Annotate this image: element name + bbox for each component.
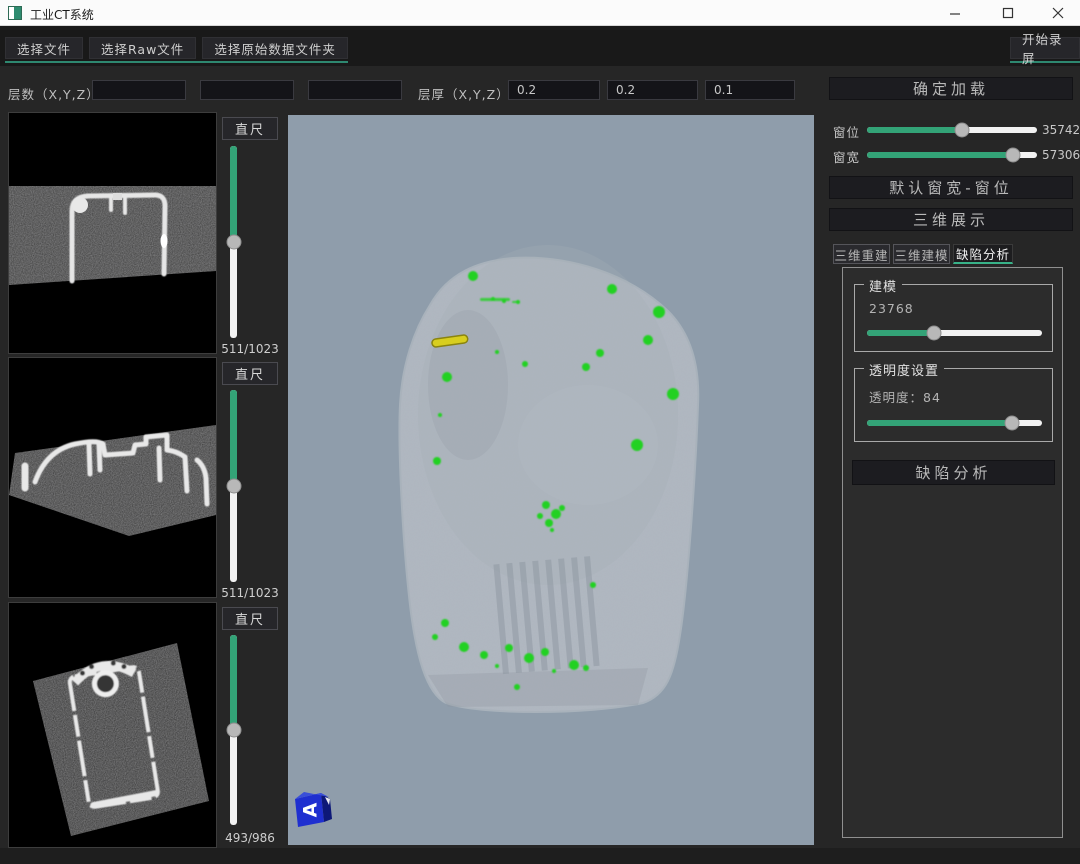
window-level-slider[interactable]	[867, 127, 1037, 133]
slider-fill	[230, 390, 237, 486]
window-width-value: 57306	[1042, 148, 1080, 162]
slice-slider-2[interactable]	[230, 390, 237, 582]
slider-fill	[230, 146, 237, 242]
slider-fill	[867, 330, 934, 336]
slice-slider-1[interactable]	[230, 146, 237, 338]
viewport-3d[interactable]: A	[288, 115, 814, 845]
thickness-label: 层厚（X,Y,Z）	[418, 84, 510, 103]
layers-y-input[interactable]	[200, 80, 294, 100]
modeling-group-title: 建模	[864, 276, 902, 295]
select-file-button[interactable]: 选择文件	[5, 37, 83, 59]
slice-position-3: 493/986	[212, 831, 288, 845]
tab-3d-modeling[interactable]: 三维建模	[893, 244, 950, 264]
minimize-icon	[949, 7, 961, 19]
slider-fill	[230, 635, 237, 730]
display-3d-button[interactable]: 三维展示	[829, 208, 1073, 231]
close-button[interactable]	[1036, 0, 1080, 26]
slice-image-axial	[9, 113, 216, 353]
window-title: 工业CT系统	[30, 6, 94, 23]
modeling-group: 建模 23768	[854, 284, 1053, 352]
window-width-label: 窗宽	[833, 147, 860, 166]
thickness-z-input[interactable]	[705, 80, 795, 100]
slice-image-sagittal	[9, 603, 216, 847]
modeling-value: 23768	[869, 301, 914, 316]
slider-thumb[interactable]	[1006, 148, 1021, 163]
window-level-value: 35742	[1042, 123, 1080, 137]
app-window: 工业CT系统 选择文件 选择Raw文件 选择原始数据文件夹 开始录屏 层数（X,…	[0, 0, 1080, 864]
orientation-cube-icon[interactable]: A	[295, 792, 332, 827]
app-icon	[8, 6, 22, 20]
slider-fill	[867, 152, 1013, 158]
defect-analysis-panel: 建模 23768 透明度设置 透明度：84 缺陷分析	[842, 267, 1063, 838]
slice-view-coronal[interactable]	[8, 357, 217, 598]
slider-thumb[interactable]	[1005, 416, 1020, 431]
transparency-slider[interactable]	[867, 420, 1042, 426]
thickness-y-input[interactable]	[607, 80, 698, 100]
tab-3d-reconstruction[interactable]: 三维重建	[833, 244, 890, 264]
slider-thumb[interactable]	[955, 123, 970, 138]
slider-thumb[interactable]	[226, 479, 241, 494]
slider-thumb[interactable]	[926, 326, 941, 341]
window-width-slider[interactable]	[867, 152, 1037, 158]
file-button-group: 选择文件 选择Raw文件 选择原始数据文件夹	[5, 37, 348, 63]
record-button-wrap: 开始录屏	[1010, 37, 1080, 63]
maximize-icon	[1002, 7, 1014, 19]
svg-text:A: A	[300, 802, 322, 817]
slice-view-sagittal[interactable]	[8, 602, 217, 848]
slice-position-1: 511/1023	[212, 342, 288, 356]
window-bottom-edge	[0, 848, 1080, 864]
transparency-group-title: 透明度设置	[864, 360, 944, 379]
ruler-button-3[interactable]: 直尺	[222, 607, 278, 630]
slider-thumb[interactable]	[226, 235, 241, 250]
defect-analysis-button[interactable]: 缺陷分析	[852, 460, 1055, 485]
transparency-group: 透明度设置 透明度：84	[854, 368, 1053, 442]
volume-render: A	[288, 115, 814, 845]
layers-x-input[interactable]	[92, 80, 186, 100]
layers-z-input[interactable]	[308, 80, 402, 100]
slice-view-axial[interactable]	[8, 112, 217, 354]
slice-image-coronal	[9, 358, 216, 597]
thickness-x-input[interactable]	[508, 80, 600, 100]
default-ww-wl-button[interactable]: 默认窗宽-窗位	[829, 176, 1073, 199]
slice-slider-3[interactable]	[230, 635, 237, 825]
close-icon	[1052, 7, 1064, 19]
ruler-button-2[interactable]: 直尺	[222, 362, 278, 385]
ruler-button-1[interactable]: 直尺	[222, 117, 278, 140]
slider-thumb[interactable]	[226, 723, 241, 738]
slice-position-2: 511/1023	[212, 586, 288, 600]
maximize-button[interactable]	[986, 0, 1030, 26]
modeling-slider[interactable]	[867, 330, 1042, 336]
transparency-value: 透明度：84	[869, 387, 941, 406]
select-raw-data-folder-button[interactable]: 选择原始数据文件夹	[202, 37, 348, 59]
slider-fill	[867, 127, 962, 133]
minimize-button[interactable]	[933, 0, 977, 26]
slider-fill	[867, 420, 1012, 426]
volume-object	[399, 245, 698, 712]
titlebar: 工业CT系统	[0, 0, 1080, 26]
select-raw-file-button[interactable]: 选择Raw文件	[89, 37, 196, 59]
layers-label: 层数（X,Y,Z）	[8, 84, 100, 103]
confirm-load-button[interactable]: 确定加载	[829, 77, 1073, 100]
tab-defect-analysis[interactable]: 缺陷分析	[953, 244, 1013, 264]
start-recording-button[interactable]: 开始录屏	[1010, 37, 1080, 59]
window-level-label: 窗位	[833, 122, 860, 141]
toolbar: 选择文件 选择Raw文件 选择原始数据文件夹 开始录屏	[0, 26, 1080, 66]
